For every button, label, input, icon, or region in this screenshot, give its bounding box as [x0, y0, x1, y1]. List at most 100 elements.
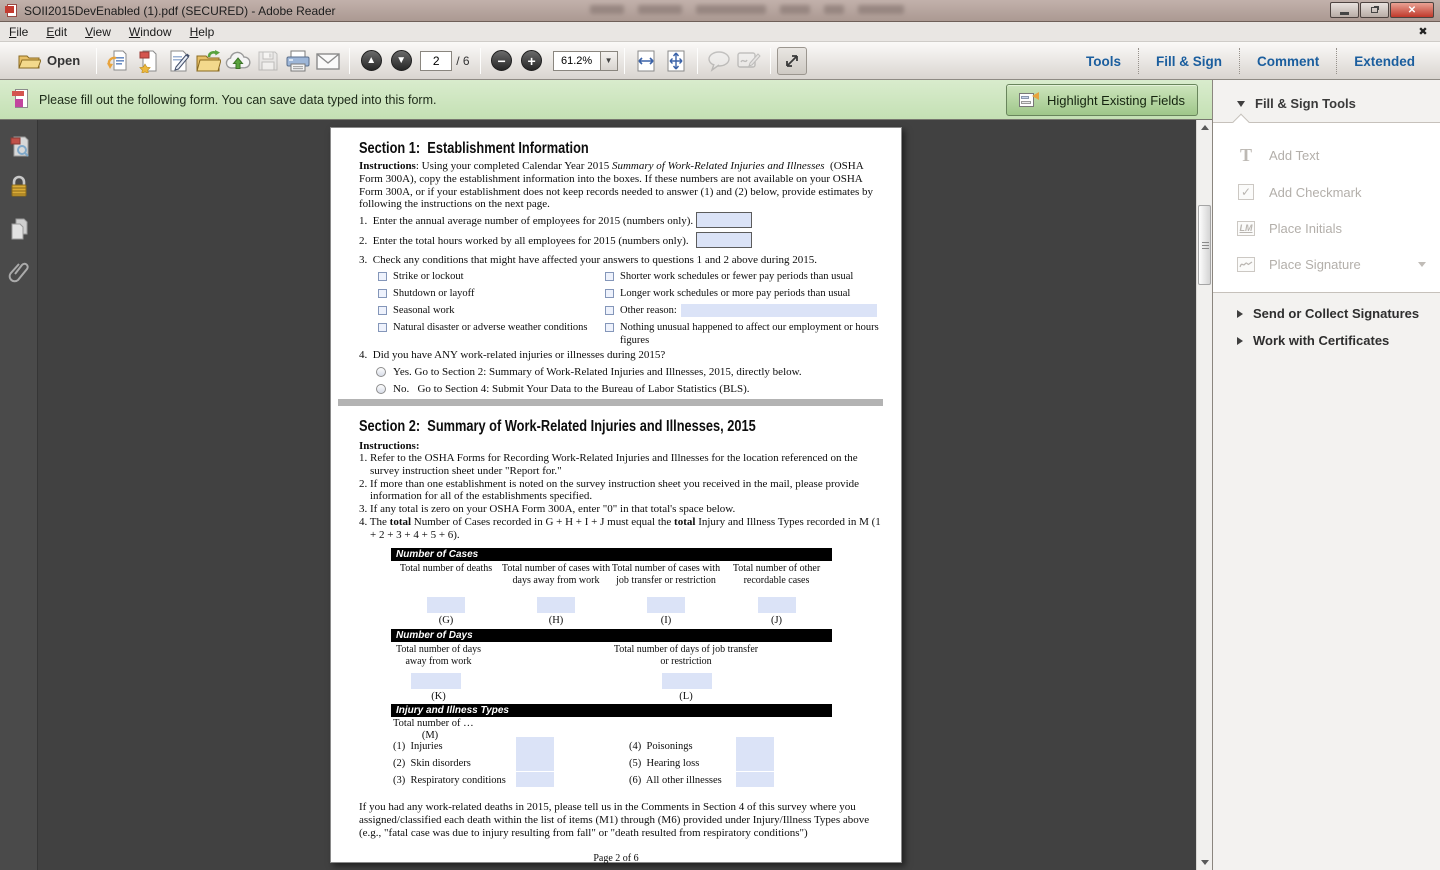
field-M1-injuries[interactable]	[516, 737, 554, 754]
tab-extended[interactable]: Extended	[1337, 48, 1432, 75]
restore-button[interactable]	[1360, 2, 1389, 18]
fit-width-button[interactable]	[631, 46, 661, 76]
checkbox-label: Natural disaster or adverse weather cond…	[393, 322, 587, 335]
highlight-existing-fields-button[interactable]: Highlight Existing Fields	[1006, 84, 1198, 116]
zoom-in-button[interactable]: +	[517, 46, 547, 76]
create-pdf-button[interactable]	[133, 46, 163, 76]
tab-fill-and-sign[interactable]: Fill & Sign	[1139, 48, 1239, 75]
field-G-deaths[interactable]	[427, 597, 465, 613]
scroll-up-button[interactable]	[1197, 120, 1213, 135]
field-M6-all-other[interactable]	[736, 772, 774, 787]
place-signature-tool[interactable]: Place Signature	[1213, 251, 1440, 277]
send-or-collect-signatures-group[interactable]: Send or Collect Signatures	[1213, 306, 1440, 321]
field-M3-respiratory[interactable]	[516, 772, 554, 787]
menu-view[interactable]: View	[76, 23, 120, 41]
checkbox-longer-schedules[interactable]	[605, 289, 614, 298]
field-J-other[interactable]	[758, 597, 796, 613]
radio-yes[interactable]	[376, 367, 386, 377]
other-reason-field[interactable]	[681, 304, 877, 317]
tab-comment[interactable]: Comment	[1240, 48, 1336, 75]
toolbar-close-icon[interactable]: ✖	[1416, 25, 1430, 38]
attachment-paperclip-icon[interactable]	[8, 260, 30, 284]
export-pdf-button[interactable]	[103, 46, 133, 76]
fill-sign-tools-header[interactable]: Fill & Sign Tools	[1213, 96, 1440, 111]
zoom-dropdown-button[interactable]: ▼	[601, 51, 618, 71]
field-M5-hearing-loss[interactable]	[736, 754, 774, 771]
comment-tool-button[interactable]	[704, 46, 734, 76]
checkbox-label: Nothing unusual happened to affect our e…	[620, 322, 901, 348]
checkbox-natural-disaster[interactable]	[378, 323, 387, 332]
minus-icon: −	[491, 50, 512, 71]
security-lock-icon[interactable]	[9, 175, 29, 199]
signature-dropdown-icon[interactable]	[1418, 262, 1426, 267]
fullscreen-button[interactable]	[777, 47, 807, 75]
form-fill-icon	[12, 89, 29, 110]
checkbox-seasonal-work[interactable]	[378, 306, 387, 315]
sign-tool-button[interactable]	[734, 46, 764, 76]
fit-page-icon	[664, 49, 688, 73]
menu-file[interactable]: File	[0, 23, 37, 41]
sign-document-button[interactable]	[163, 46, 193, 76]
field-M2-skin-disorders[interactable]	[516, 754, 554, 771]
checkbox-other-reason[interactable]	[605, 306, 614, 315]
place-initials-tool[interactable]: LM Place Initials	[1213, 215, 1440, 241]
save-button[interactable]	[253, 46, 283, 76]
vertical-scrollbar[interactable]	[1196, 120, 1212, 870]
checkbox-label: Strike or lockout	[393, 271, 464, 284]
notification-message: Please fill out the following form. You …	[39, 93, 436, 107]
save-to-acrobat-button[interactable]	[193, 46, 223, 76]
menu-window[interactable]: Window	[120, 23, 181, 41]
checkbox-strike-or-lockout[interactable]	[378, 272, 387, 281]
field-L-days-transfer[interactable]	[662, 673, 712, 689]
zoom-level-value[interactable]: 61.2%	[553, 51, 601, 71]
close-button[interactable]: ✕	[1390, 2, 1434, 18]
cases-col-header: Total number of deaths	[391, 563, 501, 575]
type-label-hearing-loss: (5) Hearing loss	[629, 758, 699, 771]
minimize-button[interactable]	[1330, 2, 1359, 18]
print-button[interactable]	[283, 46, 313, 76]
field-H-days-away[interactable]	[537, 597, 575, 613]
cases-col-header: Total number of cases with days away fro…	[501, 563, 611, 586]
checkbox-shutdown-or-layoff[interactable]	[378, 289, 387, 298]
add-text-tool[interactable]: T Add Text	[1213, 142, 1440, 168]
export-pdf-icon	[106, 49, 130, 73]
page-number-input[interactable]	[420, 51, 452, 71]
highlight-fields-icon	[1019, 92, 1039, 108]
instruction-item: 2. If more than one establishment is not…	[359, 478, 885, 504]
checkbox-shorter-schedules[interactable]	[605, 272, 614, 281]
tab-tools[interactable]: Tools	[1069, 48, 1138, 75]
scrollbar-thumb[interactable]	[1198, 205, 1211, 285]
type-label-injuries: (1) Injuries	[393, 741, 443, 754]
checkbox-nothing-unusual[interactable]	[605, 323, 614, 332]
pages-panel-icon[interactable]	[9, 217, 29, 241]
employees-2015-field[interactable]	[696, 212, 752, 228]
fit-width-icon	[634, 49, 658, 73]
menu-help[interactable]: Help	[181, 23, 224, 41]
days-col-header: Total number of days away from work	[391, 644, 486, 667]
field-I-transfer[interactable]	[647, 597, 685, 613]
previous-page-button[interactable]: ▲	[356, 46, 386, 76]
fit-page-button[interactable]	[661, 46, 691, 76]
work-with-certificates-group[interactable]: Work with Certificates	[1213, 333, 1440, 348]
page-total-label: / 6	[456, 54, 469, 68]
email-button[interactable]	[313, 46, 343, 76]
zoom-out-button[interactable]: −	[487, 46, 517, 76]
signature-icon	[1235, 256, 1257, 273]
add-checkmark-tool[interactable]: ✓ Add Checkmark	[1213, 179, 1440, 205]
scroll-down-button[interactable]	[1197, 855, 1213, 870]
page-thumbnails-icon[interactable]	[9, 136, 29, 158]
document-viewport[interactable]: Section 1: Establishment Information Ins…	[38, 120, 1196, 870]
question2-label: 2. Enter the total hours worked by all e…	[359, 235, 689, 248]
field-K-days-away[interactable]	[411, 673, 461, 689]
radio-no[interactable]	[376, 384, 386, 394]
menu-edit[interactable]: Edit	[37, 23, 76, 41]
open-button[interactable]: Open	[8, 46, 90, 76]
section1-instructions: Instructions: Using your completed Calen…	[359, 160, 881, 211]
hours-worked-field[interactable]	[696, 232, 752, 248]
toolbar: Open	[0, 42, 1440, 80]
field-M4-poisonings[interactable]	[736, 737, 774, 754]
sign-document-icon	[166, 49, 190, 73]
fill-sign-panel: Fill & Sign Tools T Add Text ✓ Add Check…	[1212, 80, 1440, 870]
share-cloud-button[interactable]	[223, 46, 253, 76]
next-page-button[interactable]: ▼	[386, 46, 416, 76]
